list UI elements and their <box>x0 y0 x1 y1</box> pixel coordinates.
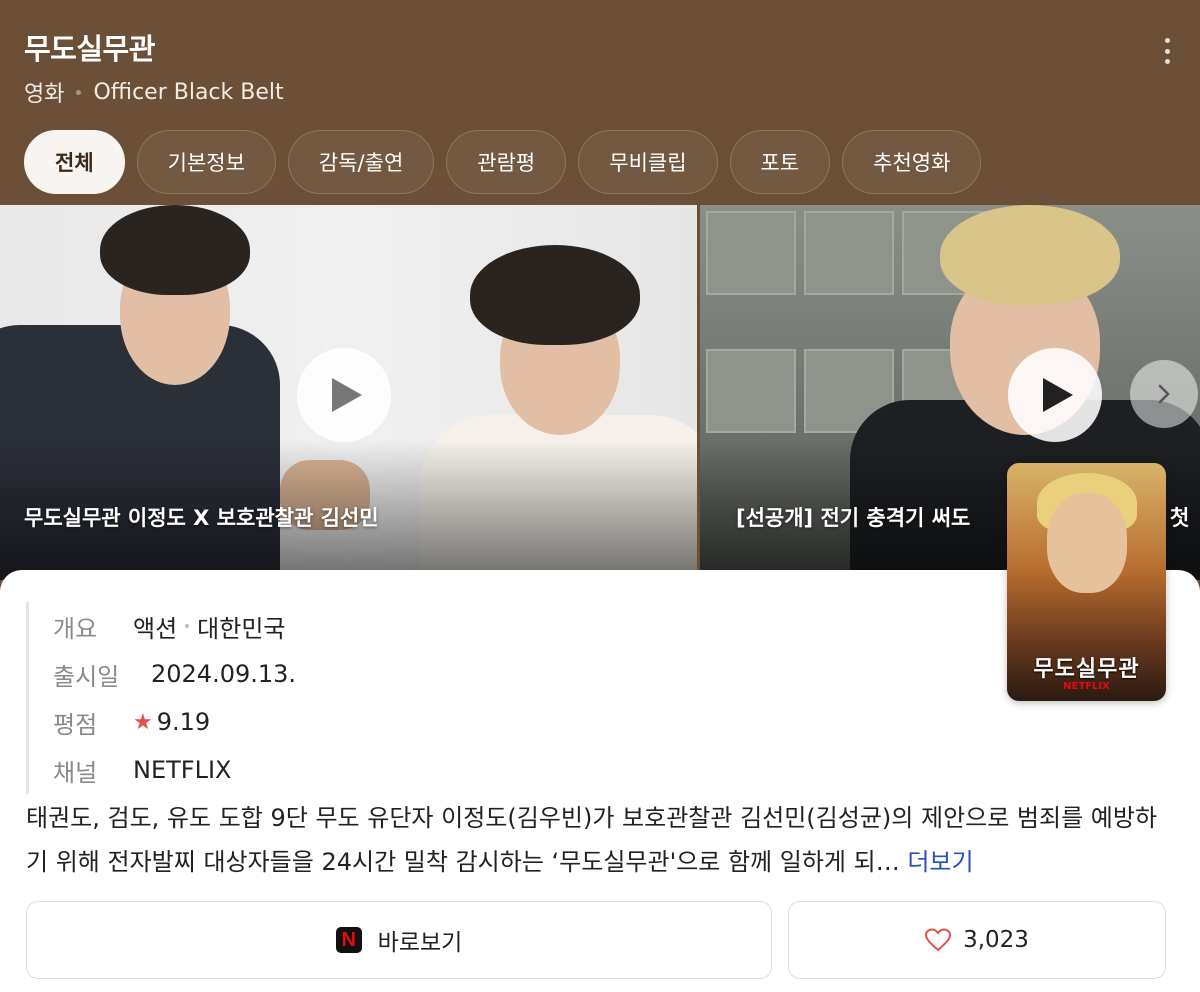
tab-cast[interactable]: 감독/출연 <box>287 130 435 194</box>
poster-title: 무도실무관 <box>1033 657 1140 682</box>
country: 대한민국 <box>197 614 286 643</box>
read-more-link[interactable]: 더보기 <box>907 848 973 876</box>
synopsis: 태권도, 검도, 유도 도합 9단 무도 유단자 이정도(김우빈)가 보호관찰관… <box>26 796 1166 884</box>
rating-label: 평점 <box>53 710 98 739</box>
release-date: 2024.09.13. <box>151 660 297 688</box>
watch-now-label: 바로보기 <box>377 930 463 956</box>
video-caption-tail: 첫 <box>1170 506 1190 530</box>
separator-dot <box>76 89 82 95</box>
play-icon[interactable] <box>297 348 391 442</box>
synopsis-text: 태권도, 검도, 유도 도합 9단 무도 유단자 이정도(김우빈)가 보호관찰관… <box>26 804 1158 876</box>
tab-recommended[interactable]: 추천영화 <box>842 130 982 194</box>
tab-reviews[interactable]: 관람평 <box>446 130 567 194</box>
play-icon[interactable] <box>1008 348 1102 442</box>
person-hair <box>470 245 640 345</box>
video-clip-1[interactable]: 무도실무관 이정도 X 보호관찰관 김선민 <box>0 205 697 580</box>
movie-title: 무도실무관 <box>24 32 155 66</box>
movie-poster[interactable]: 무도실무관 NETFLIX <box>1007 463 1166 701</box>
genre: 액션 <box>133 614 178 643</box>
overview-row: 개요 액션 대한민국 <box>53 602 296 650</box>
kebab-menu-icon[interactable] <box>1164 38 1170 64</box>
category-label: 영화 <box>24 82 65 107</box>
overview-label: 개요 <box>53 614 98 643</box>
release-label: 출시일 <box>53 662 120 691</box>
channel-label: 채널 <box>53 758 98 787</box>
video-caption: 무도실무관 이정도 X 보호관찰관 김선민 <box>24 506 379 530</box>
overview-value: 액션 대한민국 <box>133 609 286 644</box>
tab-all[interactable]: 전체 <box>24 130 125 194</box>
chevron-right-icon[interactable] <box>1130 360 1198 428</box>
like-button[interactable]: 3,023 <box>788 901 1166 979</box>
heart-icon <box>925 928 952 952</box>
tab-movie-clips[interactable]: 무비클립 <box>578 130 718 194</box>
tab-basic-info[interactable]: 기본정보 <box>136 130 276 194</box>
rating-row: 평점 ★ 9.19 <box>53 698 296 746</box>
netflix-icon: N <box>335 927 362 953</box>
person-hair <box>100 205 250 295</box>
channel-link[interactable]: NETFLIX <box>133 756 231 784</box>
tab-photos[interactable]: 포토 <box>729 130 831 194</box>
poster-brand: NETFLIX <box>1063 681 1110 692</box>
channel-row: 채널 NETFLIX <box>53 746 296 794</box>
rating-value: ★ 9.19 <box>133 708 210 736</box>
person-hair <box>940 205 1120 305</box>
english-title: Officer Black Belt <box>93 79 284 105</box>
like-count: 3,023 <box>963 927 1029 953</box>
rating-number: 9.19 <box>156 708 211 736</box>
watch-now-button[interactable]: N 바로보기 <box>26 901 772 979</box>
tab-bar: 전체 기본정보 감독/출연 관람평 무비클립 포토 추천영화 <box>24 130 982 194</box>
movie-subtitle: 영화 Officer Black Belt <box>24 76 284 108</box>
star-icon: ★ <box>133 709 153 735</box>
video-caption: [선공개] 전기 충격기 써도 <box>736 506 971 530</box>
release-row: 출시일 2024.09.13. <box>53 650 296 698</box>
info-table: 개요 액션 대한민국 출시일 2024.09.13. 평점 ★ 9.19 채널 … <box>26 602 296 794</box>
